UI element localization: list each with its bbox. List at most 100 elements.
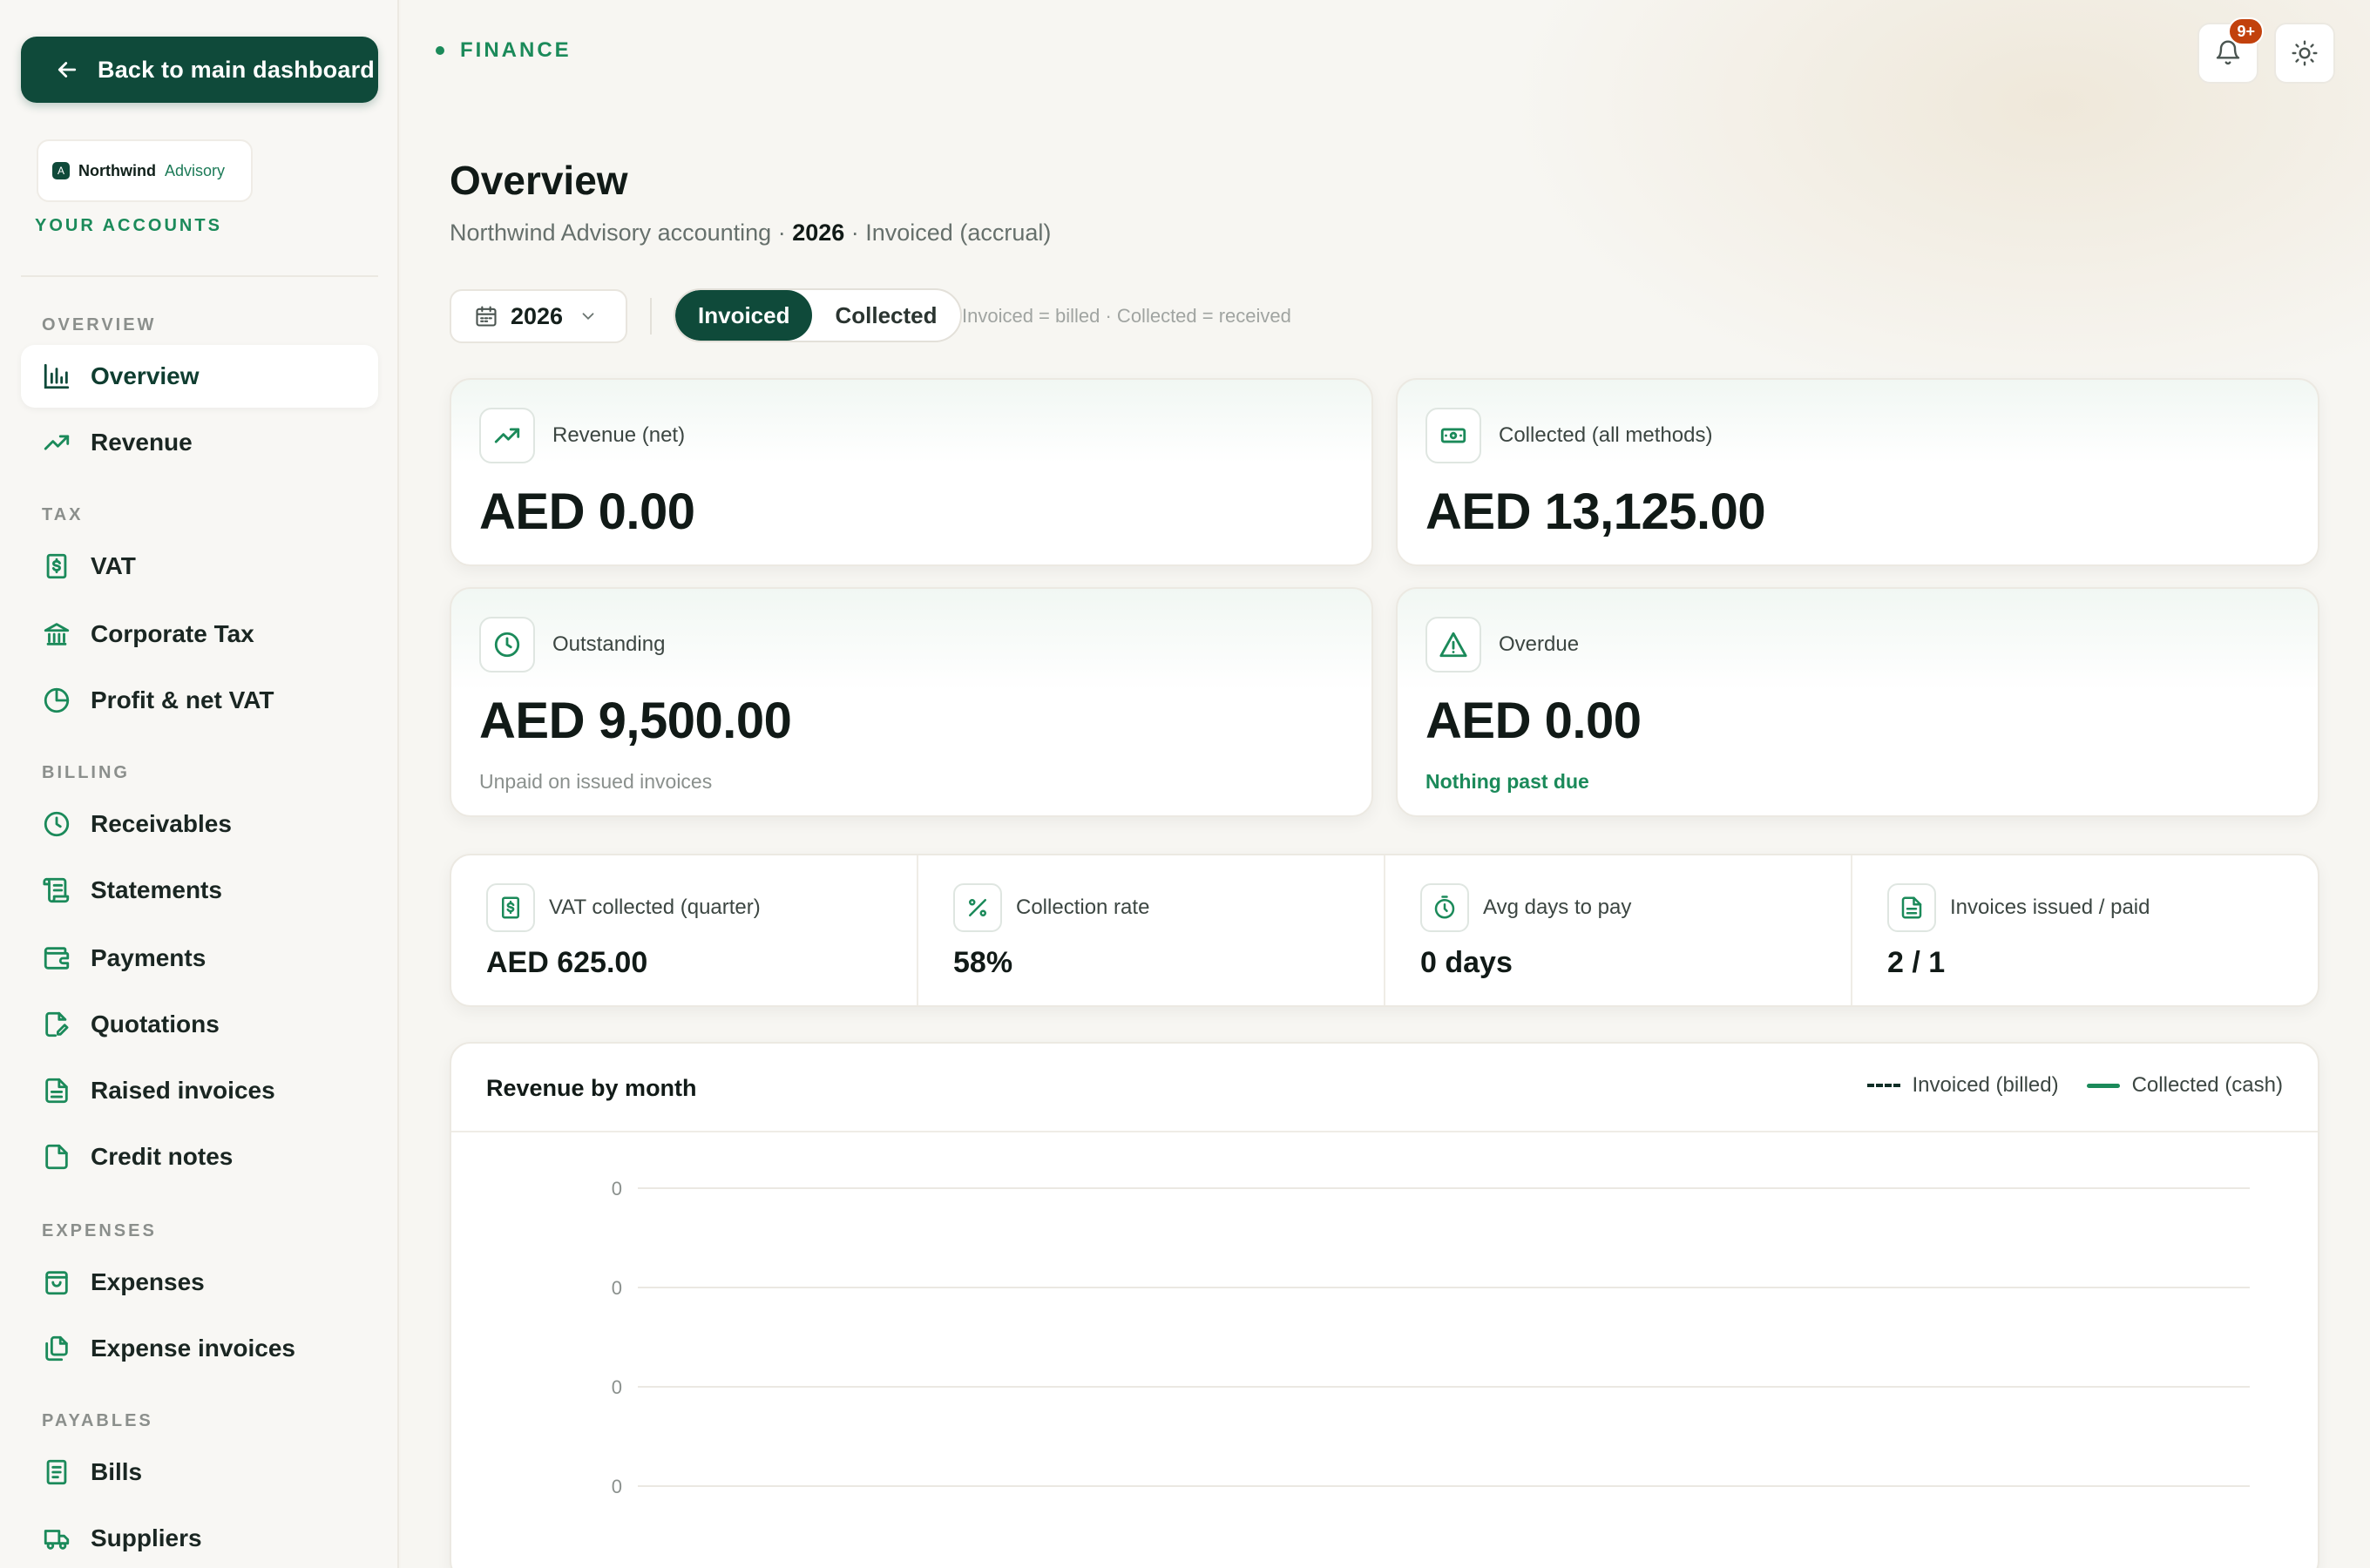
sidebar-item-expenses[interactable]: Expenses — [21, 1251, 378, 1314]
back-to-dashboard-button[interactable]: Back to main dashboard — [21, 37, 378, 103]
account-brand[interactable]: A Northwind Advisory — [37, 139, 253, 202]
stat-icon-box — [1887, 883, 1936, 932]
brand-logo: A — [52, 162, 70, 179]
section-label-tax: TAX — [42, 505, 84, 524]
kpi-card-outstanding: Outstanding AED 9,500.00 Unpaid on issue… — [450, 587, 1373, 817]
calendar-icon — [476, 306, 497, 327]
page-title: Overview — [450, 158, 628, 203]
stat-value: 2 / 1 — [1887, 946, 1946, 979]
kpi-value: AED 0.00 — [1425, 693, 1642, 749]
subtitle-prefix: Northwind Advisory accounting · — [450, 220, 793, 246]
sidebar-item-quotations[interactable]: Quotations — [21, 993, 378, 1056]
kpi-card-revenue: Revenue (net) AED 0.00 — [450, 378, 1373, 566]
receipt-icon — [46, 1459, 67, 1485]
kpi-note: Nothing past due — [1425, 770, 1589, 793]
timer-icon — [1434, 896, 1455, 919]
sidebar-item-label: Payments — [91, 944, 207, 971]
pie-chart-icon — [44, 687, 70, 713]
back-button-label: Back to main dashboard — [98, 56, 375, 83]
brand-name: Northwind — [78, 161, 156, 179]
kpi-label: Revenue (net) — [552, 423, 686, 447]
breadcrumb-label: FINANCE — [460, 38, 572, 62]
sidebar: Back to main dashboard A Northwind Advis… — [0, 0, 399, 1568]
subtitle-suffix: · Invoiced (accrual) — [844, 220, 1052, 246]
sidebar-item-label: Corporate Tax — [91, 620, 254, 647]
kpi-label: Outstanding — [552, 632, 666, 656]
theme-toggle-button[interactable] — [2274, 23, 2335, 84]
page-subtitle: Northwind Advisory accounting · 2026 · I… — [450, 220, 1051, 247]
sidebar-item-vat[interactable]: VAT — [21, 535, 378, 598]
sidebar-item-label: Credit notes — [91, 1143, 234, 1170]
banknote-icon — [1440, 428, 1466, 443]
y-tick-label: 0 — [612, 1376, 622, 1398]
sidebar-item-payments[interactable]: Payments — [21, 927, 378, 990]
clock-icon — [44, 811, 70, 837]
sidebar-item-statements[interactable]: Statements — [21, 859, 378, 922]
sidebar-item-raised-invoices[interactable]: Raised invoices — [21, 1059, 378, 1122]
sidebar-item-expense-invoices[interactable]: Expense invoices — [21, 1317, 378, 1380]
subtitle-year: 2026 — [792, 220, 845, 246]
legend-item-collected[interactable]: Collected (cash) — [2086, 1073, 2283, 1098]
stat-label: Collection rate — [1016, 896, 1150, 919]
section-label-overview: OVERVIEW — [42, 315, 157, 335]
legend-swatch-solid — [2086, 1083, 2120, 1088]
sidebar-item-profit-net-vat[interactable]: Profit & net VAT — [21, 669, 378, 732]
trend-up-icon — [44, 435, 70, 450]
legend-label: Invoiced (billed) — [1912, 1073, 2059, 1097]
receipt-dollar-icon — [502, 896, 519, 919]
brand-sub: Advisory — [164, 161, 226, 179]
sidebar-item-bills[interactable]: Bills — [21, 1441, 378, 1504]
breadcrumb: FINANCE — [436, 38, 572, 63]
sidebar-item-credit-notes[interactable]: Credit notes — [21, 1125, 378, 1188]
sidebar-item-revenue[interactable]: Revenue — [21, 411, 378, 474]
stat-icon-box — [486, 883, 535, 932]
year-select-value: 2026 — [511, 302, 564, 329]
file-text-icon — [1901, 896, 1922, 919]
stat-collection-rate: Collection rate 58% — [918, 855, 1385, 1005]
stat-avg-days: Avg days to pay 0 days — [1385, 855, 1852, 1005]
sidebar-item-receivables[interactable]: Receivables — [21, 793, 378, 855]
section-label-billing: BILLING — [42, 763, 130, 782]
sidebar-item-overview[interactable]: Overview — [21, 345, 378, 408]
receipt-dollar-icon — [46, 553, 67, 579]
kpi-value: AED 13,125.00 — [1425, 483, 1766, 540]
mode-toggle: Invoiced Collected — [674, 288, 962, 342]
kpi-value: AED 0.00 — [479, 483, 695, 540]
bank-icon — [44, 623, 70, 645]
kpi-value: AED 9,500.00 — [479, 693, 792, 749]
sidebar-item-label: Expense invoices — [91, 1335, 296, 1362]
sidebar-item-label: Profit & net VAT — [91, 686, 274, 713]
section-label-payables: PAYABLES — [42, 1411, 153, 1430]
legend-item-invoiced[interactable]: Invoiced (billed) — [1866, 1073, 2059, 1098]
mode-invoiced-tab[interactable]: Invoiced — [675, 290, 813, 341]
sidebar-item-label: Revenue — [91, 429, 193, 456]
stat-value: AED 625.00 — [486, 946, 648, 979]
sidebar-item-label: VAT — [91, 552, 136, 579]
sidebar-item-label: Suppliers — [91, 1524, 202, 1551]
sidebar-item-label: Raised invoices — [91, 1077, 275, 1104]
notifications-button[interactable]: 9+ — [2197, 17, 2264, 84]
mode-collected-tab[interactable]: Collected — [812, 290, 959, 341]
y-tick-label: 0 — [612, 1476, 622, 1497]
section-label-expenses: EXPENSES — [42, 1221, 157, 1240]
kpi-icon-box — [479, 408, 535, 463]
stat-label: Avg days to pay — [1483, 896, 1632, 919]
sidebar-item-corporate-tax[interactable]: Corporate Tax — [21, 603, 378, 666]
sidebar-item-label: Quotations — [91, 1010, 220, 1037]
warning-icon — [1439, 632, 1467, 658]
mode-note: Invoiced = billed · Collected = received — [962, 305, 1291, 327]
wallet-icon — [44, 947, 70, 970]
your-accounts-link[interactable]: YOUR ACCOUNTS — [35, 216, 222, 236]
chart-title: Revenue by month — [486, 1075, 697, 1101]
sidebar-item-label: Statements — [91, 876, 222, 903]
revenue-chart-plot: 0 0 0 0 — [612, 1178, 2250, 1497]
y-tick-label: 0 — [612, 1178, 622, 1200]
year-select[interactable]: 2026 — [450, 289, 627, 343]
stat-value: 0 days — [1420, 946, 1513, 979]
sun-icon — [2292, 40, 2318, 66]
stat-icon-box — [953, 883, 1002, 932]
kpi-label: Overdue — [1499, 632, 1580, 656]
stats-strip: VAT collected (quarter) AED 625.00 Colle… — [450, 854, 2319, 1007]
stat-invoices-issued-paid: Invoices issued / paid 2 / 1 — [1852, 855, 2318, 1005]
sidebar-item-suppliers[interactable]: Suppliers — [21, 1507, 378, 1568]
